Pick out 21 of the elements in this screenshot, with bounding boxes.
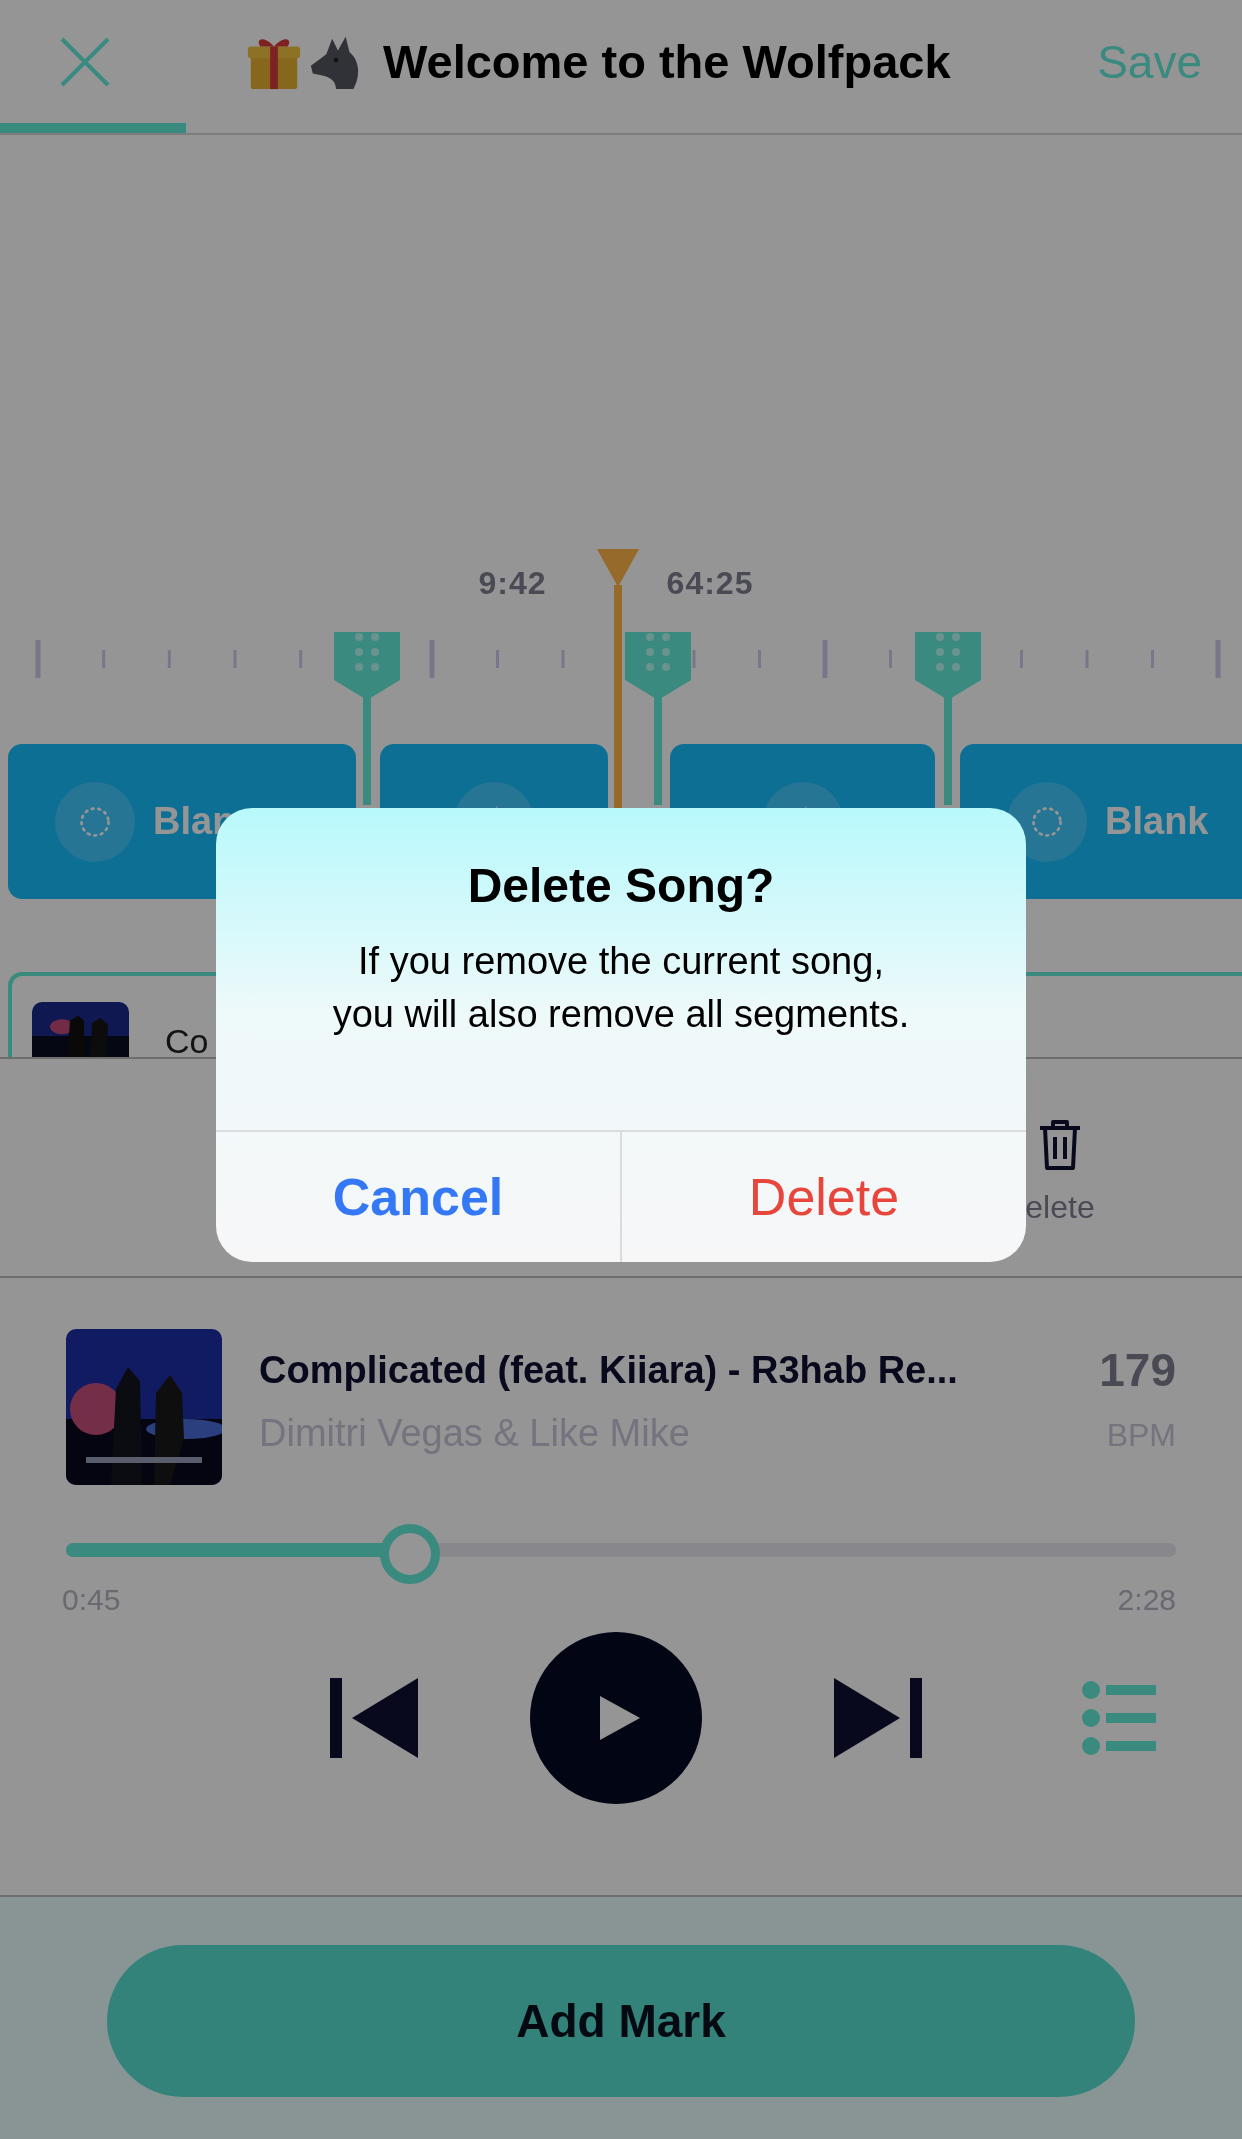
previous-icon[interactable] [330, 1678, 420, 1758]
song-card-title: Co [165, 1024, 209, 1057]
trash-icon [1038, 1119, 1082, 1171]
dialog-message: If you remove the current song, you will also remove all segments. [332, 939, 910, 1037]
close-icon[interactable] [60, 36, 110, 87]
marker-pin[interactable] [915, 632, 981, 805]
segment-label: Blank [1105, 800, 1209, 843]
play-icon [600, 1696, 640, 1740]
dialog-title: Delete Song? [467, 858, 775, 913]
delete-button[interactable]: Delete [620, 1132, 1026, 1262]
next-icon[interactable] [832, 1678, 922, 1758]
marker-pin[interactable] [334, 632, 400, 805]
bpm-value: 179 [1099, 1343, 1176, 1397]
time-label: 64:25 [666, 565, 754, 603]
cancel-button[interactable]: Cancel [216, 1132, 620, 1262]
time-label: 9:42 [478, 565, 547, 603]
list-icon[interactable] [1082, 1681, 1156, 1755]
song-title: Complicated (feat. Kiiara) - R3hab Re... [259, 1349, 959, 1392]
marker-pin[interactable] [625, 632, 691, 805]
add-mark-button[interactable]: Add Mark [107, 1945, 1135, 2097]
screen-title: Welcome to the Wolfpack [383, 34, 951, 89]
